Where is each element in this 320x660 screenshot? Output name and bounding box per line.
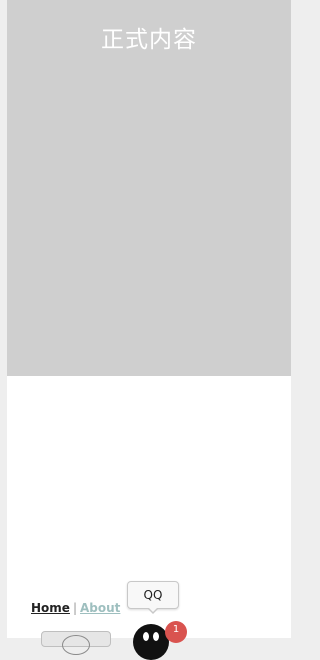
nav-about-link[interactable]: About	[80, 601, 120, 615]
app-frame: 正式内容 Home | About	[7, 0, 291, 638]
nav-home-link[interactable]: Home	[31, 601, 70, 615]
qq-right-eye	[153, 632, 159, 641]
notification-badge: 1	[165, 621, 187, 643]
qq-penguin-icon[interactable]	[133, 624, 169, 660]
content-panel: 正式内容	[7, 0, 291, 376]
qq-left-eye	[143, 632, 149, 641]
qq-tooltip: QQ	[127, 581, 179, 609]
dock-item-icon	[62, 635, 90, 655]
footer-nav: Home | About	[31, 601, 120, 615]
content-title: 正式内容	[101, 27, 197, 53]
dock-item-left[interactable]	[41, 631, 111, 655]
tooltip-arrow-inner	[148, 607, 158, 612]
nav-separator: |	[72, 601, 77, 615]
